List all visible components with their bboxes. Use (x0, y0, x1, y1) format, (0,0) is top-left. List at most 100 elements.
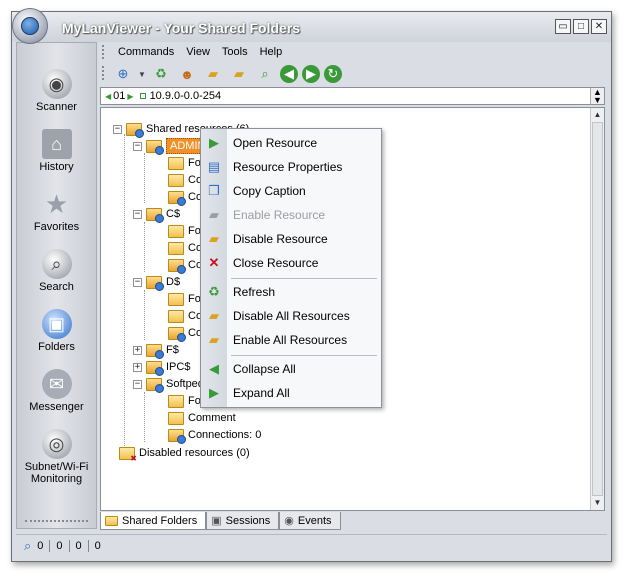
reload-icon[interactable]: ↻ (324, 65, 342, 83)
tree-node-d[interactable]: − D$ (133, 274, 181, 291)
menu-commands[interactable]: Commands (112, 44, 180, 60)
menu-item-label: Open Resource (233, 136, 318, 150)
tree-node-f[interactable]: + F$ (133, 342, 179, 359)
status-value: 0 (56, 539, 63, 552)
expand-icon[interactable]: + (133, 362, 142, 372)
history-icon: ⌂ (41, 129, 72, 159)
forward-icon[interactable]: ▶ (302, 65, 320, 83)
enable-resource-icon: ▰ (209, 207, 219, 222)
shared-folder-icon (146, 207, 164, 223)
ip-range-field[interactable]: ◀ 01 ▶ 10.9.0-0.0-254 ▲ ▼ (100, 87, 605, 105)
menu-help[interactable]: Help (254, 44, 289, 60)
star-icon: ★ (44, 188, 69, 219)
menu-item-enable-resource: ▰ Enable Resource (201, 204, 381, 226)
menu-item-enable-all[interactable]: ▰ Enable All Resources (201, 329, 381, 351)
menu-separator (231, 278, 377, 279)
folder-icon (168, 156, 184, 170)
menu-item-label: Close Resource (233, 256, 319, 270)
expand-icon: ▶ (209, 385, 219, 400)
sidebar-item-label: Search (39, 281, 74, 293)
refresh-icon[interactable]: ♻ (150, 64, 172, 84)
open-folder-icon[interactable]: ▰ (202, 64, 224, 84)
shared-folder-icon (146, 275, 164, 291)
menu-item-copy-caption[interactable]: ❐ Copy Caption (201, 180, 381, 202)
tab-label: Events (297, 514, 332, 527)
menu-item-resource-properties[interactable]: ▤ Resource Properties (201, 156, 381, 178)
tree-leaf[interactable]: Connections: 0 (168, 427, 261, 444)
scan-network-icon[interactable]: ⊕ (112, 64, 134, 84)
connections-icon (168, 258, 186, 274)
menu-item-label: Enable Resource (233, 208, 326, 222)
folder-icon (168, 224, 184, 238)
menu-item-disable-resource[interactable]: ▰ Disable Resource (201, 228, 381, 250)
tree-scrollbar[interactable]: ▲ ▼ (590, 108, 604, 510)
collapse-icon[interactable]: − (133, 277, 142, 287)
shared-folder-icon (146, 377, 164, 393)
maximize-button[interactable]: □ (573, 19, 589, 34)
menu-view[interactable]: View (180, 44, 216, 60)
menu-item-refresh[interactable]: ♻ Refresh (201, 281, 381, 303)
users-icon[interactable]: ☻ (176, 64, 198, 84)
status-divider (68, 539, 70, 552)
sidebar-item-folders[interactable]: ▣ Folders (17, 309, 96, 353)
comment-icon (168, 173, 184, 187)
menu-item-collapse-all[interactable]: ◀ Collapse All (201, 358, 381, 380)
scroll-down-icon[interactable]: ▼ (591, 496, 604, 510)
tree-node-ipc[interactable]: + IPC$ (133, 359, 191, 376)
menu-item-close-resource[interactable]: ✕ Close Resource (201, 252, 381, 274)
range-separator-icon: ▶ (127, 91, 134, 101)
sidebar-item-monitoring[interactable]: ◎ Subnet/Wi-Fi Monitoring (17, 429, 96, 485)
tree-node-c[interactable]: − C$ (133, 206, 180, 223)
collapse-icon[interactable]: − (133, 379, 142, 389)
sessions-icon: ▣ (211, 515, 222, 527)
sidebar-item-label: Messenger (29, 401, 84, 413)
sidebar-item-favorites[interactable]: ★ Favorites (17, 188, 96, 234)
menu-tools[interactable]: Tools (216, 44, 254, 60)
tab-sessions[interactable]: ▣ Sessions (206, 512, 280, 530)
window-controls: ▭ □ ✕ (555, 19, 607, 34)
scroll-thumb[interactable] (592, 122, 603, 496)
tree-disabled-root[interactable]: Disabled resources (0) (119, 445, 250, 463)
menu-grip[interactable] (102, 45, 105, 59)
collapse-icon[interactable]: − (133, 141, 142, 151)
collapse-icon[interactable]: − (113, 124, 122, 134)
menu-item-label: Disable All Resources (233, 309, 350, 323)
shared-folder-icon (146, 360, 164, 376)
close-icon: ✕ (208, 255, 220, 270)
tab-shared-folders[interactable]: Shared Folders (100, 512, 207, 530)
sidebar-item-history[interactable]: ⌂ History (17, 129, 96, 173)
back-icon[interactable]: ◀ (280, 65, 298, 83)
tab-events[interactable]: ◉ Events (279, 512, 341, 530)
tree-node-label: IPC$ (166, 361, 191, 373)
toolbar-grip[interactable] (102, 66, 105, 80)
status-bar: ⌕ 0 0 0 0 (16, 534, 607, 556)
title-bar[interactable]: MyLanViewer - Your Shared Folders ▭ □ ✕ (12, 12, 611, 42)
scroll-up-icon[interactable]: ▲ (591, 108, 604, 122)
menu-item-disable-all[interactable]: ▰ Disable All Resources (201, 305, 381, 327)
collapse-icon[interactable]: − (133, 209, 142, 219)
search-icon[interactable]: ⌕ (254, 64, 276, 84)
range-spinner[interactable]: ▲ ▼ (590, 88, 604, 105)
status-value: 0 (37, 539, 44, 552)
tree-guide (144, 222, 145, 272)
sidebar-item-scanner[interactable]: ◉ Scanner (17, 69, 96, 113)
menu-item-expand-all[interactable]: ▶ Expand All (201, 382, 381, 404)
app-logo[interactable] (12, 8, 48, 44)
tree-guide (144, 392, 145, 442)
enable-all-icon: ▰ (209, 332, 219, 347)
menu-item-open-resource[interactable]: ▶ Open Resource (201, 132, 381, 154)
sidebar-item-messenger[interactable]: ✉ Messenger (17, 369, 96, 413)
shared-folder-icon[interactable]: ▰ (228, 64, 250, 84)
tree-node-softpedia[interactable]: − Softpedi (133, 376, 206, 393)
expand-icon[interactable]: + (133, 345, 142, 355)
tree-leaf[interactable]: Comment (168, 410, 236, 426)
minimize-button[interactable]: ▭ (555, 19, 571, 34)
shared-folder-icon (126, 122, 144, 138)
close-button[interactable]: ✕ (591, 19, 607, 34)
folder-icon (168, 292, 184, 306)
sidebar-item-search[interactable]: ⌕ Search (17, 249, 96, 293)
tree-node-label: D$ (166, 276, 181, 288)
network-globe-icon (21, 17, 39, 35)
range-start-icon: ◀ (105, 91, 112, 101)
dropdown-arrow-icon[interactable]: ▼ (138, 70, 146, 79)
